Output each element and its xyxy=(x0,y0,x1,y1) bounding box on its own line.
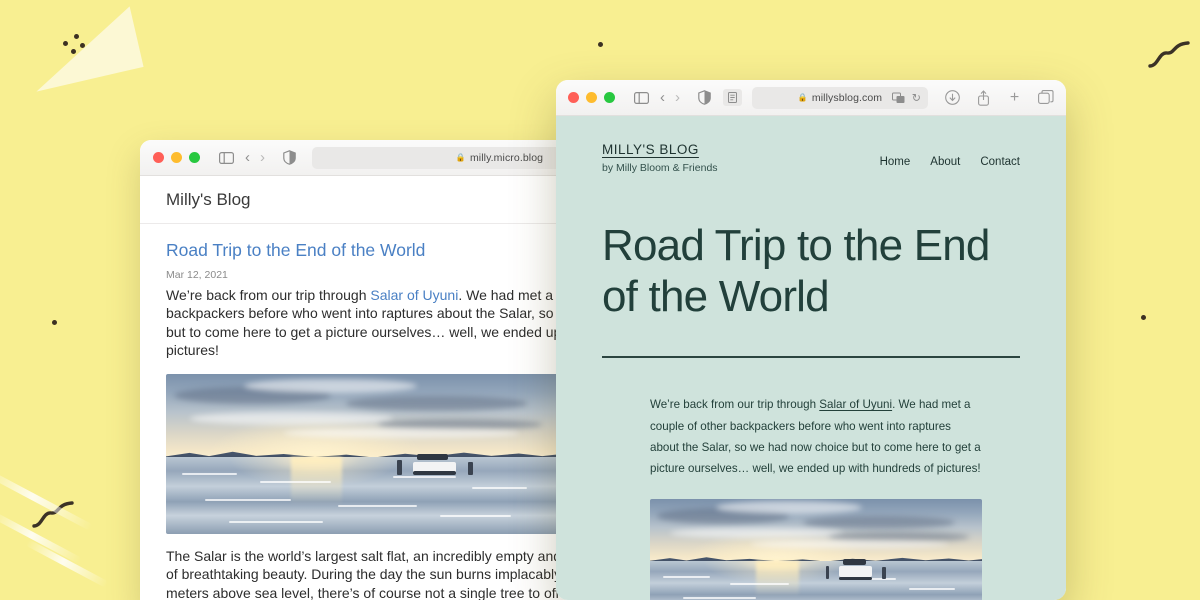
forward-button[interactable]: › xyxy=(675,90,680,105)
sidebar-icon[interactable] xyxy=(218,149,235,166)
salt-flat-sunset-photo xyxy=(166,373,558,534)
toolbar-right-actions[interactable]: + xyxy=(944,89,1054,106)
url-text: 🔒 millysblog.com xyxy=(798,92,882,104)
front-nav-home[interactable]: Home xyxy=(880,156,911,168)
sidebar-icon[interactable] xyxy=(633,89,650,106)
new-tab-button[interactable]: + xyxy=(1006,89,1023,106)
back-button[interactable]: ‹ xyxy=(245,150,250,165)
forward-button[interactable]: › xyxy=(260,150,265,165)
decor-dot xyxy=(63,41,68,46)
triangle-shape-top-left xyxy=(22,6,144,92)
reader-view-icon[interactable] xyxy=(723,89,742,106)
front-window-toolbar[interactable]: ‹ › 🔒 millysblog.com ↻ + xyxy=(556,80,1066,116)
decor-dot xyxy=(74,34,79,39)
paragraph-text: We’re back from our trip through xyxy=(166,287,371,303)
front-window-page: MILLY'S BLOG by Milly Bloom & Friends Ho… xyxy=(556,116,1066,600)
front-brand[interactable]: MILLY'S BLOG by Milly Bloom & Friends xyxy=(602,142,718,174)
close-window-button[interactable] xyxy=(568,92,579,103)
decor-dot xyxy=(80,43,85,48)
maximize-window-button[interactable] xyxy=(189,152,200,163)
browser-window-front[interactable]: ‹ › 🔒 millysblog.com ↻ + MILLY'S BLOG by… xyxy=(556,80,1066,600)
traffic-lights[interactable] xyxy=(568,92,615,103)
back-post-image[interactable] xyxy=(166,373,558,534)
front-post-title: Road Trip to the End of the World xyxy=(602,221,990,322)
salt-flat-sunset-photo xyxy=(650,498,982,600)
back-button[interactable]: ‹ xyxy=(660,90,665,105)
decor-dot xyxy=(598,42,603,47)
translate-icon[interactable] xyxy=(890,89,907,106)
paragraph-text: We’re back from our trip through xyxy=(650,398,820,412)
privacy-shield-icon[interactable] xyxy=(281,149,298,166)
address-bar-actions[interactable]: ↻ xyxy=(890,89,921,106)
minimize-window-button[interactable] xyxy=(586,92,597,103)
decor-dot xyxy=(71,49,76,54)
lock-icon: 🔒 xyxy=(455,153,466,162)
decor-dot xyxy=(1141,315,1146,320)
title-divider xyxy=(602,355,1020,359)
lock-icon: 🔒 xyxy=(797,93,808,102)
reload-button[interactable]: ↻ xyxy=(912,91,921,104)
url-value: millysblog.com xyxy=(811,91,883,104)
back-site-title[interactable]: Milly's Blog xyxy=(166,190,251,210)
salar-of-uyuni-link[interactable]: Salar of Uyuni xyxy=(370,287,458,303)
front-post-paragraph: We’re back from our trip through Salar o… xyxy=(650,394,982,478)
traffic-lights[interactable] xyxy=(153,152,200,163)
front-post-body: We’re back from our trip through Salar o… xyxy=(602,394,1020,600)
close-window-button[interactable] xyxy=(153,152,164,163)
squiggle-top-right xyxy=(1148,40,1194,74)
front-site-header: MILLY'S BLOG by Milly Bloom & Friends Ho… xyxy=(602,116,1020,174)
address-bar[interactable]: 🔒 millysblog.com ↻ xyxy=(752,86,928,109)
url-value: milly.micro.blog xyxy=(469,151,544,164)
share-icon[interactable] xyxy=(975,89,992,106)
light-streak xyxy=(25,539,109,588)
front-brand-subtitle: by Milly Bloom & Friends xyxy=(602,162,718,174)
tab-overview-icon[interactable] xyxy=(1037,89,1054,106)
front-brand-title[interactable]: MILLY'S BLOG xyxy=(602,142,718,157)
front-nav-contact[interactable]: Contact xyxy=(980,156,1020,168)
url-text: 🔒 milly.micro.blog xyxy=(456,152,543,164)
privacy-shield-icon[interactable] xyxy=(696,89,713,106)
decor-dot xyxy=(52,320,57,325)
front-post-image[interactable] xyxy=(650,498,982,600)
download-icon[interactable] xyxy=(944,89,961,106)
front-nav-about[interactable]: About xyxy=(930,156,960,168)
salar-of-uyuni-link[interactable]: Salar of Uyuni xyxy=(819,398,892,411)
minimize-window-button[interactable] xyxy=(171,152,182,163)
front-site-nav[interactable]: Home About Contact xyxy=(880,142,1020,168)
maximize-window-button[interactable] xyxy=(604,92,615,103)
